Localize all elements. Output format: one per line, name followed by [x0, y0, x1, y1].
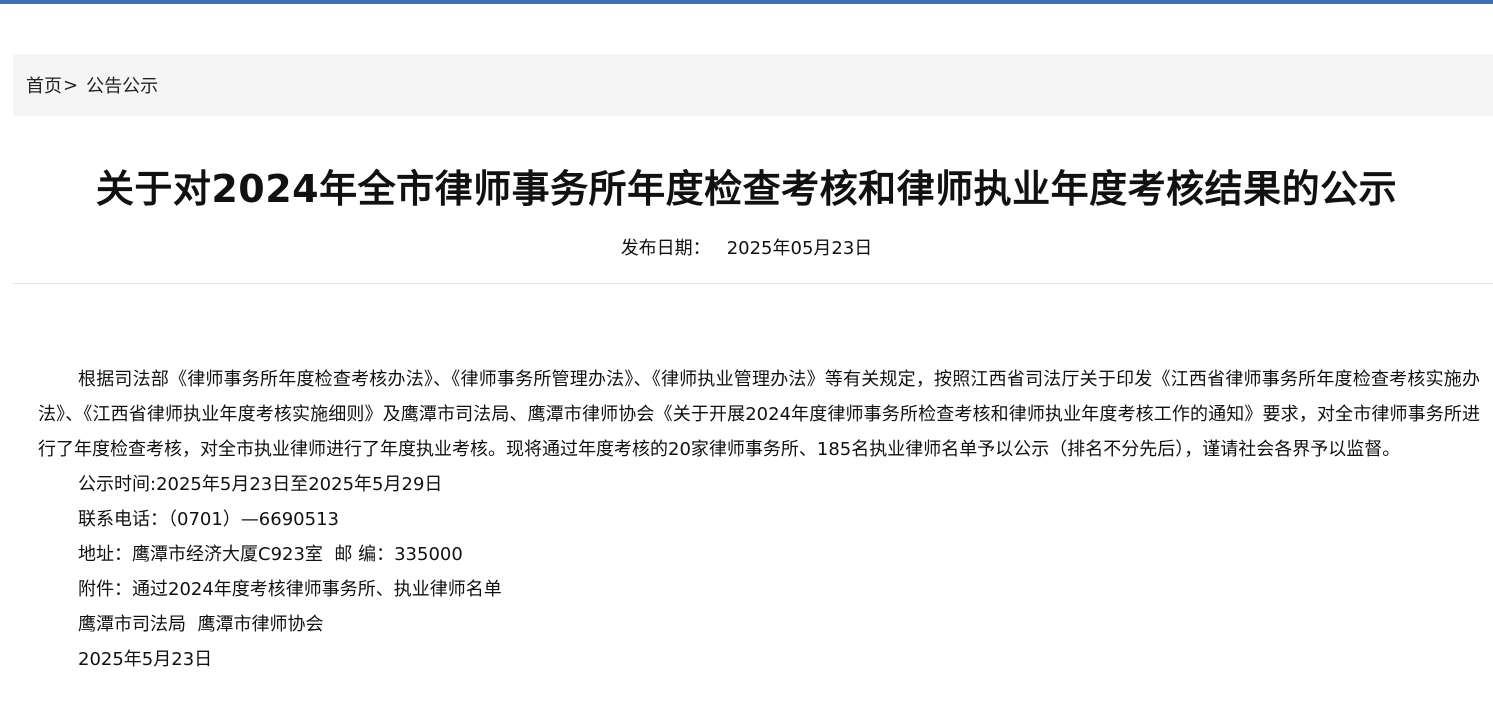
- attachment-line: 附件：通过2024年度考核律师事务所、执业律师名单: [38, 572, 1480, 607]
- article-paragraph: 根据司法部《律师事务所年度检查考核办法》、《律师事务所管理办法》、《律师执业管理…: [38, 369, 1480, 460]
- publicity-period: 公示时间:2025年5月23日至2025年5月29日: [78, 474, 443, 495]
- attachment-label: 附件：: [78, 579, 132, 600]
- top-accent-bar: [0, 0, 1493, 4]
- address-line: 地址：鹰潭市经济大厦C923室 邮 编：335000: [78, 544, 463, 565]
- signature-date: 2025年5月23日: [78, 649, 213, 670]
- contact-phone: 联系电话：（0701）—6690513: [78, 509, 339, 530]
- attachment-link[interactable]: 通过2024年度考核律师事务所、执业律师名单: [132, 579, 502, 600]
- signature-line: 鹰潭市司法局 鹰潭市律师协会: [78, 614, 324, 635]
- header-divider: [13, 283, 1493, 284]
- publish-date-label: 发布日期：: [620, 238, 711, 259]
- publish-date: 发布日期： 2025年05月23日: [0, 234, 1493, 260]
- publish-date-value: 2025年05月23日: [726, 238, 873, 259]
- page-title: 关于对2024年全市律师事务所年度检查考核和律师执业年度考核结果的公示: [95, 167, 1398, 211]
- article-body: 根据司法部《律师事务所年度检查考核办法》、《律师事务所管理办法》、《律师执业管理…: [38, 362, 1480, 677]
- breadcrumb-home-link[interactable]: 首页: [26, 72, 62, 98]
- breadcrumb-current-link[interactable]: 公告公示: [86, 72, 158, 98]
- breadcrumb-separator: >: [63, 74, 79, 96]
- breadcrumb: 首页 > 公告公示: [13, 54, 1493, 116]
